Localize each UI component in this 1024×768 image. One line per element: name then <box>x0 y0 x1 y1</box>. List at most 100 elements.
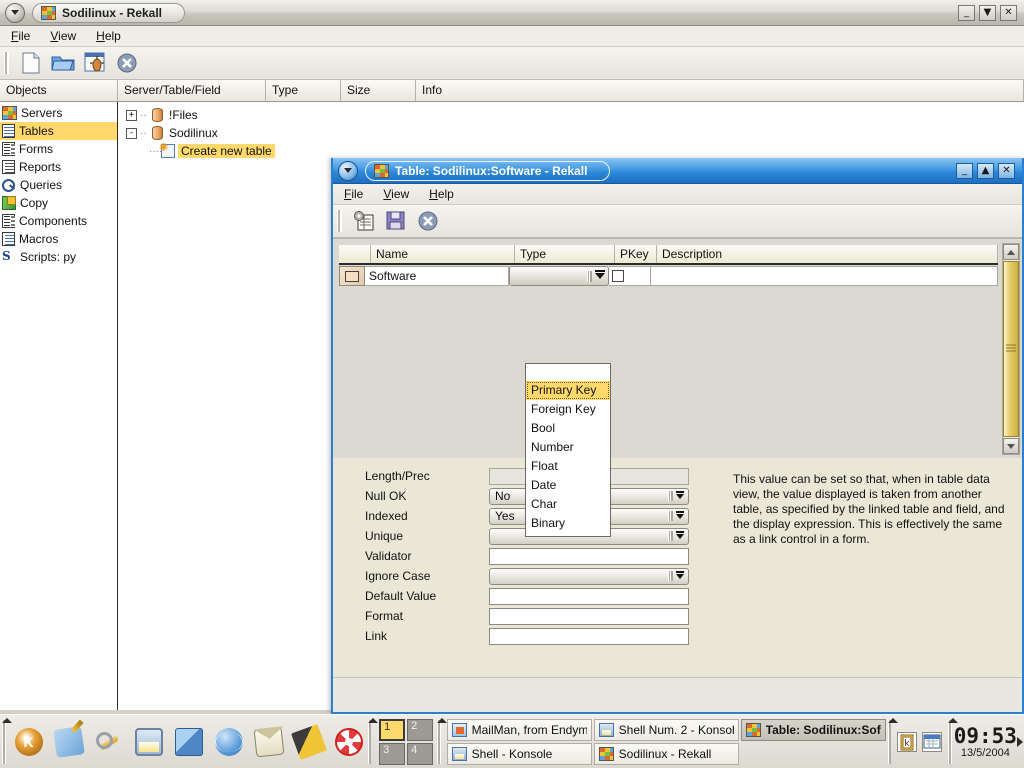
task-shell[interactable]: Shell - Konsole <box>446 742 592 765</box>
sidebar-item-servers[interactable]: Servers <box>0 104 117 122</box>
window-menu-button[interactable] <box>5 2 25 23</box>
stop-icon[interactable] <box>114 50 140 76</box>
close-button[interactable]: ✕ <box>1000 4 1017 21</box>
column-objects[interactable]: Objects <box>0 80 118 101</box>
editor-button[interactable] <box>290 723 327 760</box>
dropdown-option-bool[interactable]: Bool <box>526 419 610 438</box>
grid-column-type[interactable]: Type <box>515 245 615 263</box>
debug-icon[interactable] <box>82 50 108 76</box>
dropdown-option-binary[interactable]: Binary <box>526 514 610 533</box>
close-button[interactable]: ✕ <box>998 162 1015 179</box>
desktop-4[interactable]: 4 <box>407 742 434 765</box>
window-menu-button[interactable] <box>338 160 358 181</box>
konqueror-button[interactable] <box>172 725 206 759</box>
sidebar-item-macros[interactable]: Macros <box>0 230 117 248</box>
sidebar-item-queries[interactable]: Queries <box>0 176 117 194</box>
panel-handle[interactable] <box>2 717 11 764</box>
minimize-button[interactable]: _ <box>958 4 975 21</box>
toolbar-grip[interactable] <box>4 52 9 74</box>
show-desktop-button[interactable] <box>52 725 86 759</box>
field-description-input[interactable] <box>651 266 998 286</box>
desktop-2[interactable]: 2 <box>407 718 434 741</box>
task-table-sodilinux[interactable]: Table: Sodilinux:Soft <box>740 718 886 741</box>
dropdown-option-foreign-key[interactable]: Foreign Key <box>526 400 610 419</box>
column-size[interactable]: Size <box>341 80 416 101</box>
desktop-1[interactable]: 1 <box>379 718 406 741</box>
panel-hide-button[interactable] <box>1017 720 1024 764</box>
scroll-up-button[interactable] <box>1003 244 1019 260</box>
sidebar-item-scripts[interactable]: S Scripts: py <box>0 248 117 266</box>
sidebar-item-reports[interactable]: Reports <box>0 158 117 176</box>
link-input[interactable] <box>489 627 689 645</box>
table-row[interactable]: Software <box>339 266 998 286</box>
grid-column-pkey[interactable]: PKey <box>615 245 657 263</box>
tree-item-files[interactable]: + ·· !Files <box>118 106 1024 124</box>
dropdown-option-float[interactable]: Float <box>526 457 610 476</box>
main-titlebar[interactable]: Sodilinux - Rekall _ ▼ ✕ <box>0 0 1024 26</box>
sidebar-item-copy[interactable]: Copy <box>0 194 117 212</box>
column-type[interactable]: Type <box>266 80 341 101</box>
menu-view[interactable]: View <box>47 28 79 44</box>
calendar-icon[interactable] <box>922 731 943 752</box>
new-document-button[interactable] <box>18 50 44 76</box>
minimize-button[interactable]: _ <box>956 162 973 179</box>
maximize-button[interactable]: ▼ <box>979 4 996 21</box>
scrollbar-thumb[interactable] <box>1003 261 1019 437</box>
task-mailman[interactable]: MailMan, from Endymio <box>446 718 592 741</box>
type-dropdown-list[interactable]: Primary Key Foreign Key Bool Number Floa… <box>525 363 611 537</box>
clipboard-icon[interactable]: k <box>897 731 918 752</box>
pkey-checkbox[interactable] <box>612 270 624 282</box>
default-value-input[interactable] <box>489 587 689 605</box>
chevron-down-icon <box>676 490 684 499</box>
field-name-input[interactable]: Software <box>365 266 509 286</box>
menu-file[interactable]: File <box>341 186 366 202</box>
menu-file[interactable]: FFileile <box>8 28 33 44</box>
collapse-icon[interactable]: - <box>126 127 137 139</box>
child-titlebar[interactable]: Table: Sodilinux:Software - Rekall _ ▲ ✕ <box>333 158 1022 184</box>
settings-button[interactable] <box>92 725 126 759</box>
grid-column-name[interactable]: Name <box>371 245 515 263</box>
dropdown-option-number[interactable]: Number <box>526 438 610 457</box>
dropdown-option-char[interactable]: Char <box>526 495 610 514</box>
scroll-down-button[interactable] <box>1003 438 1019 454</box>
sidebar-item-components[interactable]: Components <box>0 212 117 230</box>
kmenu-button[interactable] <box>12 725 46 759</box>
format-input[interactable] <box>489 607 689 625</box>
clock-handle[interactable] <box>948 717 958 764</box>
open-folder-button[interactable] <box>50 50 76 76</box>
sidebar-item-forms[interactable]: Forms <box>0 140 117 158</box>
validator-input[interactable] <box>489 547 689 565</box>
field-type-combo[interactable] <box>509 266 609 286</box>
menu-help[interactable]: Help <box>93 28 124 44</box>
grid-vertical-scrollbar[interactable] <box>1002 243 1020 455</box>
maximize-button[interactable]: ▲ <box>977 162 994 179</box>
grid-column-description[interactable]: Description <box>657 245 998 263</box>
field-pkey-cell[interactable] <box>609 266 651 286</box>
browser-button[interactable] <box>212 725 246 759</box>
task-shell-2[interactable]: Shell Num. 2 - Konsole <box>593 718 739 741</box>
column-server-table-field[interactable]: Server/Table/Field <box>118 80 266 101</box>
menu-view[interactable]: View <box>380 186 412 202</box>
stop-icon[interactable] <box>415 208 441 234</box>
dropdown-option-primary-key[interactable]: Primary Key <box>526 381 610 400</box>
row-handle[interactable] <box>339 266 365 286</box>
ignore-case-combo[interactable] <box>489 567 689 585</box>
menu-help[interactable]: Help <box>426 186 457 202</box>
desktop-3[interactable]: 3 <box>379 742 406 765</box>
toolbar-grip[interactable] <box>337 210 342 232</box>
tasklist-handle[interactable] <box>437 717 446 764</box>
pager-handle[interactable] <box>367 717 377 764</box>
tree-item-sodilinux[interactable]: - ·· Sodilinux <box>118 124 1024 142</box>
sidebar-item-tables[interactable]: Tables <box>0 122 117 140</box>
floppy-save-icon[interactable] <box>383 208 409 234</box>
mail-button[interactable] <box>252 725 286 759</box>
systray-handle[interactable] <box>887 717 897 764</box>
column-info[interactable]: Info <box>416 80 1024 101</box>
clock[interactable]: 09:53 13/5/2004 <box>954 723 1017 760</box>
dropdown-option-date[interactable]: Date <box>526 476 610 495</box>
task-sodilinux-rekall[interactable]: Sodilinux - Rekall <box>593 742 739 765</box>
help-button[interactable] <box>332 725 366 759</box>
expand-icon[interactable]: + <box>126 109 137 121</box>
table-properties-icon[interactable] <box>351 208 377 234</box>
display-button[interactable] <box>132 725 166 759</box>
